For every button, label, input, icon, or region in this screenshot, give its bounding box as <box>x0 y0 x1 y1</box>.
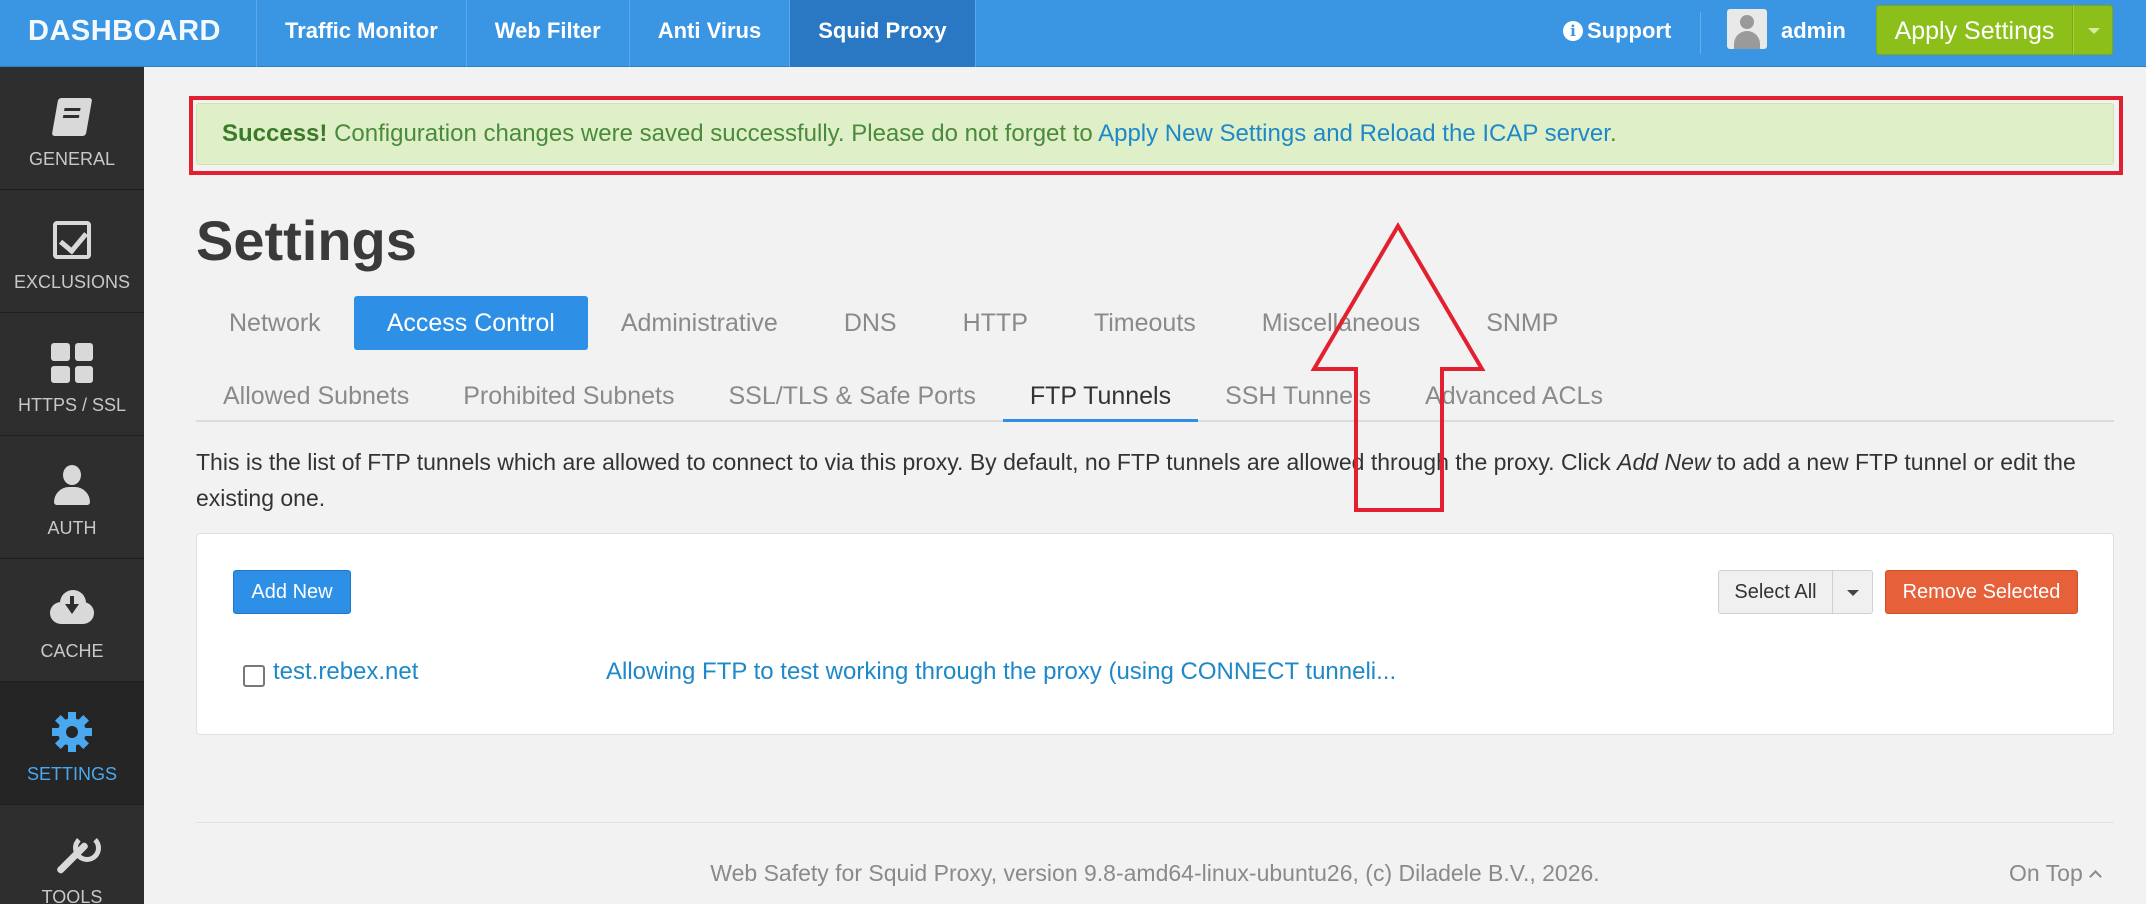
ftp-tunnels-panel: Add New Select All Remove Selected test.… <box>196 533 2114 735</box>
grid-icon <box>51 343 93 383</box>
apply-settings-dropdown[interactable] <box>2073 5 2113 55</box>
wrench-icon <box>51 834 101 876</box>
description-text: This is the list of FTP tunnels which ar… <box>196 449 1611 475</box>
tab-timeouts[interactable]: Timeouts <box>1061 296 1229 350</box>
sidebar-item-label: GENERAL <box>28 149 116 169</box>
user-icon <box>52 465 92 507</box>
top-nav: Traffic Monitor Web Filter Anti Virus Sq… <box>256 0 976 67</box>
nav-tab-web-filter[interactable]: Web Filter <box>465 0 629 67</box>
footer-text: Web Safety for Squid Proxy, version 9.8-… <box>710 860 1600 886</box>
description-emphasis: Add New <box>1617 449 1711 475</box>
alert-text: Configuration changes were saved success… <box>334 120 1093 147</box>
tunnel-host-link[interactable]: test.rebex.net <box>273 658 418 686</box>
checkbox-icon <box>53 221 91 259</box>
sidebar-item-label: TOOLS <box>41 887 103 904</box>
sidebar-item-exclusions[interactable]: EXCLUSIONS <box>0 190 144 313</box>
success-alert: Success! Configuration changes were save… <box>196 103 2114 165</box>
tab-access-control[interactable]: Access Control <box>353 296 588 350</box>
footer-divider <box>196 822 2114 823</box>
tab-snmp[interactable]: SNMP <box>1453 296 1591 350</box>
info-icon: i <box>1563 21 1583 41</box>
tab-miscellaneous[interactable]: Miscellaneous <box>1229 296 1453 350</box>
sidebar-item-auth[interactable]: AUTH <box>0 436 144 559</box>
sidebar: GENERAL EXCLUSIONS HTTPS / SSL AUTH CACH… <box>0 67 144 904</box>
subtab-prohibited-subnets[interactable]: Prohibited Subnets <box>436 370 701 420</box>
sidebar-item-label: CACHE <box>40 641 104 661</box>
page-title: Settings <box>196 209 417 272</box>
alert-strong: Success! <box>222 120 328 147</box>
support-label: Support <box>1587 18 1672 43</box>
sidebar-item-https-ssl[interactable]: HTTPS / SSL <box>0 313 144 436</box>
sidebar-item-settings[interactable]: SETTINGS <box>0 682 144 805</box>
tab-network[interactable]: Network <box>196 296 354 350</box>
tab-http[interactable]: HTTP <box>930 296 1061 350</box>
user-menu[interactable]: admin <box>1727 0 1846 67</box>
avatar-icon <box>1727 9 1767 50</box>
page-description: This is the list of FTP tunnels which ar… <box>196 444 2116 516</box>
sidebar-item-cache[interactable]: CACHE <box>0 559 144 682</box>
alert-end: . <box>1609 120 1617 147</box>
add-new-button[interactable]: Add New <box>233 570 351 614</box>
on-top-label: On Top <box>2009 860 2083 886</box>
nav-tab-anti-virus[interactable]: Anti Virus <box>628 0 790 67</box>
subtab-allowed-subnets[interactable]: Allowed Subnets <box>196 370 436 420</box>
sidebar-item-label: HTTPS / SSL <box>17 395 127 415</box>
row-checkbox[interactable] <box>243 665 265 687</box>
apply-settings-button[interactable]: Apply Settings <box>1876 5 2073 55</box>
brand-logo[interactable]: DASHBOARD <box>0 0 256 67</box>
sidebar-item-tools[interactable]: TOOLS <box>0 805 144 904</box>
tab-administrative[interactable]: Administrative <box>588 296 811 350</box>
chevron-up-icon <box>2088 870 2102 883</box>
tab-dns[interactable]: DNS <box>811 296 930 350</box>
settings-tabs: Network Access Control Administrative DN… <box>196 296 1591 350</box>
cloud-download-icon <box>48 590 96 628</box>
user-name: admin <box>1781 18 1846 43</box>
gear-icon <box>52 712 92 752</box>
sidebar-item-general[interactable]: GENERAL <box>0 67 144 190</box>
tunnel-comment-link[interactable]: Allowing FTP to test working through the… <box>606 658 1396 686</box>
apply-settings-link[interactable]: Apply New Settings and Reload the ICAP s… <box>1098 120 1610 147</box>
remove-selected-button[interactable]: Remove Selected <box>1885 570 2078 614</box>
book-icon <box>51 98 93 136</box>
subtab-ssh-tunnels[interactable]: SSH Tunnels <box>1198 370 1398 420</box>
sidebar-item-label: EXCLUSIONS <box>13 272 131 292</box>
access-control-subtabs: Allowed Subnets Prohibited Subnets SSL/T… <box>196 370 2114 422</box>
select-all-dropdown[interactable] <box>1833 570 1873 614</box>
select-all-button[interactable]: Select All <box>1718 570 1833 614</box>
subtab-advanced-acls[interactable]: Advanced ACLs <box>1398 370 1630 420</box>
sidebar-item-label: SETTINGS <box>26 764 117 784</box>
nav-tab-traffic-monitor[interactable]: Traffic Monitor <box>256 0 466 67</box>
subtab-ftp-tunnels[interactable]: FTP Tunnels <box>1002 370 1199 422</box>
support-link[interactable]: i Support <box>1563 0 1671 67</box>
top-navbar: DASHBOARD Traffic Monitor Web Filter Ant… <box>0 0 2146 67</box>
divider <box>1700 12 1701 54</box>
nav-tab-squid-proxy[interactable]: Squid Proxy <box>789 0 976 67</box>
subtab-ssl-tls-safe-ports[interactable]: SSL/TLS & Safe Ports <box>702 370 1003 420</box>
sidebar-item-label: AUTH <box>47 518 97 538</box>
on-top-link[interactable]: On Top <box>2009 860 2102 887</box>
